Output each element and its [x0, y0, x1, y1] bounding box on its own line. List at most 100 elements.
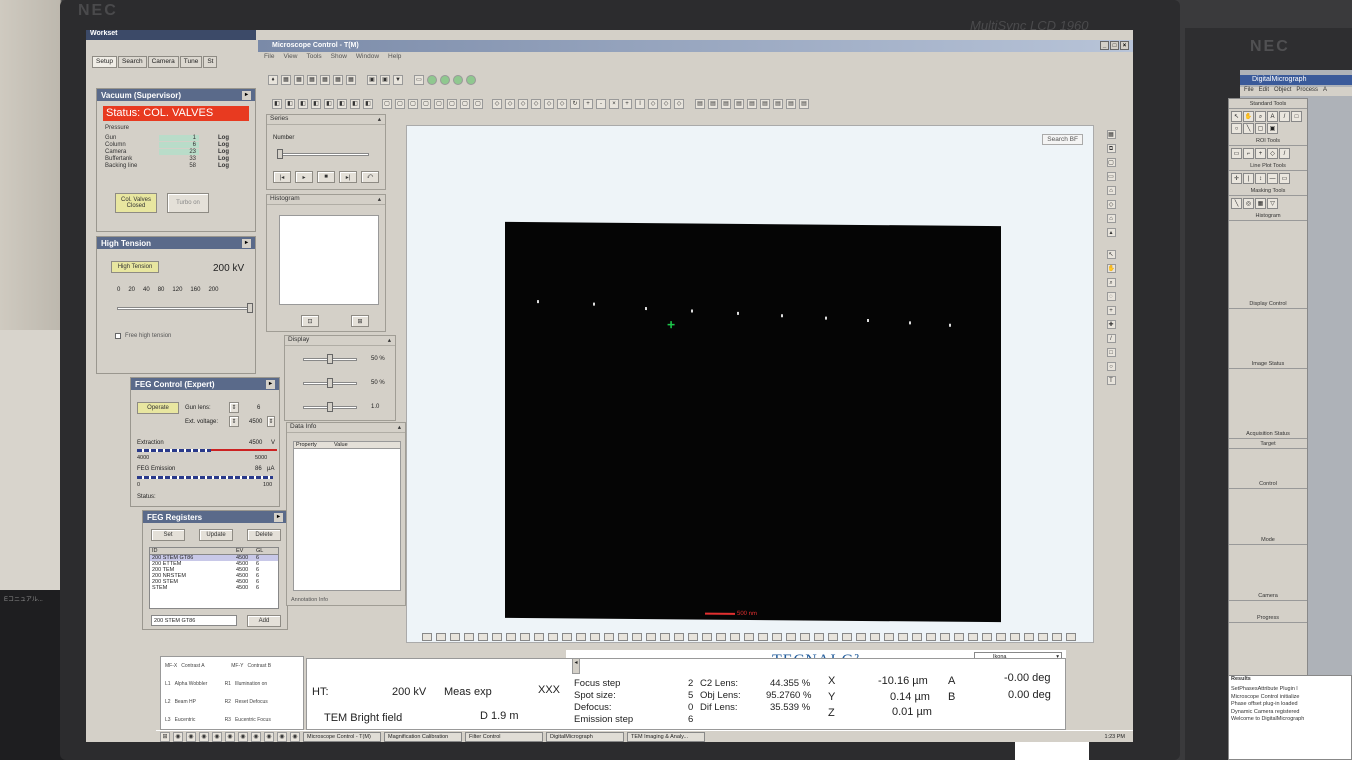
- tab-camera[interactable]: Camera: [147, 56, 179, 68]
- status-light-icon[interactable]: [427, 75, 437, 85]
- thumbnail[interactable]: [772, 633, 782, 641]
- dm-section[interactable]: Image Status: [1229, 359, 1307, 369]
- line-icon[interactable]: /: [1106, 334, 1116, 343]
- tool-icon[interactable]: ◌: [1106, 292, 1116, 301]
- quicklaunch-icon[interactable]: ◉: [277, 731, 287, 742]
- thumbnail[interactable]: [898, 633, 908, 641]
- panel-collapse-icon[interactable]: ▸: [242, 90, 251, 100]
- text-icon[interactable]: A: [1267, 111, 1278, 122]
- tool-icon[interactable]: ▤: [734, 99, 744, 109]
- pointer-icon[interactable]: ↖: [1106, 250, 1116, 259]
- tool-icon[interactable]: ▢: [473, 99, 483, 109]
- thumbnail[interactable]: [604, 633, 614, 641]
- thumbnail[interactable]: [996, 633, 1006, 641]
- tool-icon[interactable]: ◇: [648, 99, 658, 109]
- status-light-icon[interactable]: [453, 75, 463, 85]
- ext-voltage-stepper[interactable]: ⇕: [229, 416, 239, 427]
- histogram-expand-icon[interactable]: ⊞: [351, 315, 369, 327]
- close-icon[interactable]: ×: [1120, 41, 1129, 50]
- first-frame-icon[interactable]: |◂: [273, 171, 291, 183]
- tool-icon[interactable]: ◇: [1106, 200, 1116, 209]
- tool-icon[interactable]: ⌂: [1106, 214, 1116, 223]
- thumbnail[interactable]: [1010, 633, 1020, 641]
- tool-icon[interactable]: ◇: [544, 99, 554, 109]
- collapse-icon[interactable]: ▴: [378, 195, 385, 204]
- tool-icon[interactable]: ▭: [414, 75, 424, 85]
- tool-icon[interactable]: ▭: [1279, 173, 1290, 184]
- tool-icon[interactable]: ◧: [311, 99, 321, 109]
- thumbnail[interactable]: [716, 633, 726, 641]
- tool-icon[interactable]: ◇: [518, 99, 528, 109]
- task-magnification[interactable]: Magnification Calibration: [384, 731, 462, 742]
- quicklaunch-icon[interactable]: ◉: [225, 731, 235, 742]
- rotate-icon[interactable]: ↻: [570, 99, 580, 109]
- free-ht-checkbox[interactable]: [115, 333, 121, 339]
- gun-lens-stepper[interactable]: ⇕: [229, 402, 239, 413]
- thumbnail[interactable]: [744, 633, 754, 641]
- tool-icon[interactable]: ▢: [1106, 158, 1116, 167]
- menu-help[interactable]: Help: [388, 53, 401, 64]
- thumbnail[interactable]: [912, 633, 922, 641]
- line-icon[interactable]: /: [1279, 111, 1290, 122]
- thumbnail[interactable]: [520, 633, 530, 641]
- gamma-thumb[interactable]: [327, 402, 333, 412]
- quicklaunch-icon[interactable]: ◉: [212, 731, 222, 742]
- panel-collapse-icon[interactable]: ▸: [274, 512, 283, 522]
- register-name-input[interactable]: 200 STEM GT86: [151, 615, 237, 626]
- quicklaunch-icon[interactable]: ◉: [290, 731, 300, 742]
- down-arrow-icon[interactable]: ▼: [393, 75, 403, 85]
- dm-section[interactable]: Target: [1229, 439, 1307, 449]
- tool-icon[interactable]: ▦: [281, 75, 291, 85]
- col-valves-button[interactable]: Col. Valves Closed: [115, 193, 157, 213]
- thumbnail[interactable]: [1024, 633, 1034, 641]
- tool-icon[interactable]: ▽: [1267, 198, 1278, 209]
- thumbnail[interactable]: [730, 633, 740, 641]
- thumbnail[interactable]: [506, 633, 516, 641]
- dm-menu-object[interactable]: Object: [1274, 87, 1291, 96]
- tool-icon[interactable]: ▦: [346, 75, 356, 85]
- tool-icon[interactable]: ◧: [337, 99, 347, 109]
- tool-icon[interactable]: ⌐: [1243, 148, 1254, 159]
- tool-icon[interactable]: ◎: [1243, 198, 1254, 209]
- thumbnail[interactable]: [674, 633, 684, 641]
- thumbnail[interactable]: [786, 633, 796, 641]
- tool-icon[interactable]: ▭: [1231, 148, 1242, 159]
- thumbnail[interactable]: [590, 633, 600, 641]
- thumbnail[interactable]: [492, 633, 502, 641]
- tool-icon[interactable]: ▴: [1106, 228, 1116, 237]
- dm-section[interactable]: Mode: [1229, 535, 1307, 545]
- turbo-button[interactable]: Turbo on: [167, 193, 209, 213]
- maximize-icon[interactable]: □: [1110, 41, 1119, 50]
- tool-icon[interactable]: ▢: [421, 99, 431, 109]
- tool-icon[interactable]: ◇: [661, 99, 671, 109]
- tool-icon[interactable]: ◧: [272, 99, 282, 109]
- tool-icon[interactable]: ▤: [708, 99, 718, 109]
- dm-section[interactable]: Masking Tools: [1229, 186, 1307, 196]
- tool-icon[interactable]: ▭: [1106, 172, 1116, 181]
- tool-icon[interactable]: ▤: [799, 99, 809, 109]
- dm-section[interactable]: ROI Tools: [1229, 136, 1307, 146]
- tool-icon[interactable]: ◇: [505, 99, 515, 109]
- tool-icon[interactable]: ◇: [557, 99, 567, 109]
- thumbnail[interactable]: [870, 633, 880, 641]
- series-slider[interactable]: [277, 153, 369, 156]
- tool-icon[interactable]: ╲: [1243, 123, 1254, 134]
- quicklaunch-icon[interactable]: ◉: [238, 731, 248, 742]
- tool-icon[interactable]: ▦: [1255, 198, 1266, 209]
- dm-section[interactable]: Line Plot Tools: [1229, 161, 1307, 171]
- thumbnail[interactable]: [926, 633, 936, 641]
- thumbnail[interactable]: [576, 633, 586, 641]
- oval-icon[interactable]: ○: [1231, 123, 1242, 134]
- tool-icon[interactable]: ⌂: [1106, 186, 1116, 195]
- dm-menu-process[interactable]: Process: [1296, 87, 1318, 96]
- tab-search[interactable]: Search: [118, 56, 147, 68]
- dm-menu-file[interactable]: File: [1244, 87, 1254, 96]
- dm-section[interactable]: Acquisition Status: [1229, 429, 1307, 439]
- tool-icon[interactable]: ▦: [294, 75, 304, 85]
- thumbnail[interactable]: [422, 633, 432, 641]
- tab-setup[interactable]: Setup: [92, 56, 117, 68]
- tool-icon[interactable]: ▦: [333, 75, 343, 85]
- thumbnail[interactable]: [884, 633, 894, 641]
- high-tension-button[interactable]: High Tension: [111, 261, 159, 273]
- minimize-icon[interactable]: _: [1100, 41, 1109, 50]
